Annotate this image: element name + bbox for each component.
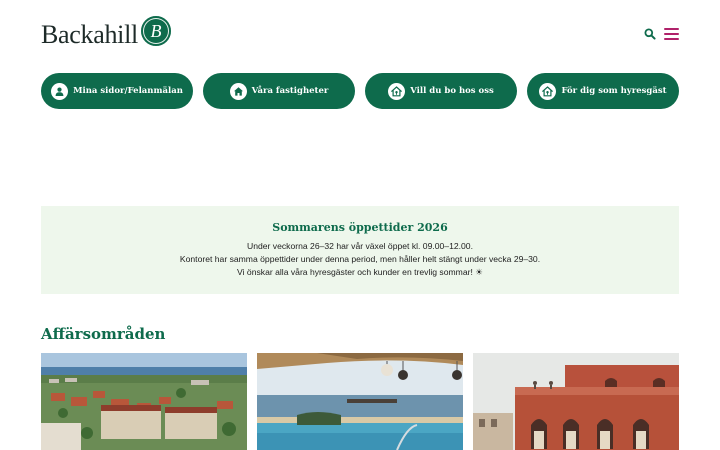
home-icon [229,82,247,100]
business-areas-title: Affärsområden [41,325,166,343]
logo-text: Backahill [41,20,138,49]
quicknav-vara-fastigheter-button[interactable]: Våra fastigheter [203,73,355,109]
quicknav-label: Mina sidor/Felanmälan [73,86,183,96]
house-key-icon [539,82,557,100]
notice-line: Kontoret har samma öppettider under denn… [179,254,541,264]
business-card-aerial-town[interactable] [41,353,247,450]
notice-line: Vi önskar alla våra hyresgäster och kund… [237,267,483,277]
backahill-logo[interactable]: Backahill B [41,14,171,48]
logo-initial: B [150,21,162,41]
quicknav-hyresgast-button[interactable]: För dig som hyresgäst [527,73,679,109]
business-card-red-building[interactable] [473,353,679,450]
summer-hours-notice: Sommarens öppettider 2026 Under veckorna… [41,206,679,294]
logo-emblem: B [140,16,171,46]
quicknav-mina-sidor-button[interactable]: Mina sidor/Felanmälan [41,73,193,109]
house-key-icon [388,82,406,100]
business-area-cards [41,353,679,450]
quicknav-label: Våra fastigheter [251,86,329,96]
menu-button[interactable] [664,28,679,40]
site-header: Backahill B [0,0,720,62]
aerial-town-photo [41,353,247,450]
pool-sea-view-photo [257,353,463,450]
search-button[interactable] [643,27,657,41]
red-brick-building-photo [473,353,679,450]
quicknav-label: För dig som hyresgäst [561,86,667,96]
user-icon [51,82,69,100]
notice-title: Sommarens öppettider 2026 [272,221,448,234]
quicknav-vill-du-bo-button[interactable]: Vill du bo hos oss [365,73,517,109]
business-card-pool-view[interactable] [257,353,463,450]
quicknav-label: Vill du bo hos oss [410,86,494,96]
notice-line: Under veckorna 26–32 har vår växel öppet… [247,241,473,251]
quick-navigation: Mina sidor/Felanmälan Våra fastigheter V… [41,73,679,109]
hamburger-menu-icon [664,28,679,40]
search-icon [644,28,656,40]
